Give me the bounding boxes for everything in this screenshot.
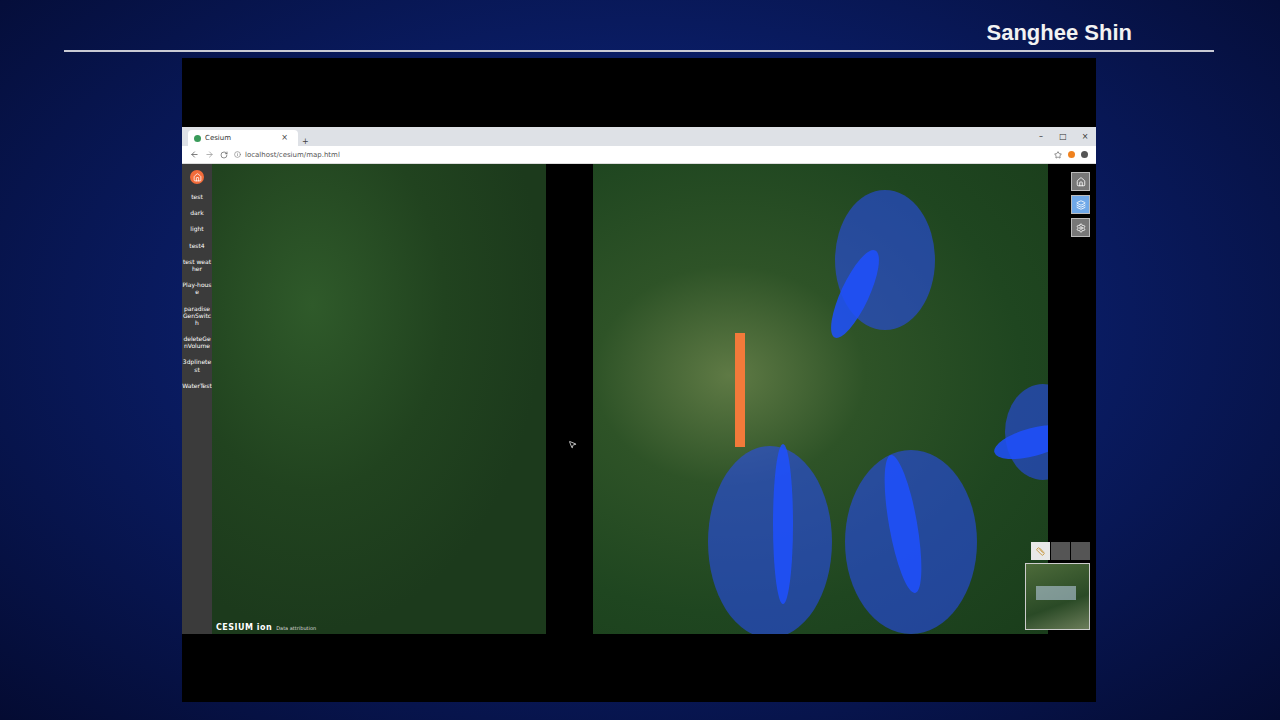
cursor-icon — [568, 440, 577, 449]
settings-button[interactable] — [1071, 218, 1090, 237]
ruler-button[interactable] — [1031, 542, 1050, 560]
tab-close[interactable]: × — [277, 134, 292, 142]
reload-icon[interactable] — [220, 151, 228, 159]
satellite-map-left[interactable]: CESIUM ion Data attribution — [212, 164, 546, 634]
slide: Sanghee ShinCesium×+–□×localhost/cesium/… — [0, 0, 1280, 720]
sidebar-item[interactable]: dark — [182, 209, 212, 216]
map-credit: CESIUM ion Data attribution — [216, 623, 316, 632]
forward-icon[interactable] — [205, 150, 214, 159]
window-control[interactable]: – — [1030, 132, 1052, 141]
window-control[interactable]: □ — [1052, 132, 1074, 141]
flood-overlay — [593, 164, 1048, 634]
home-icon — [193, 173, 202, 182]
home-button[interactable] — [190, 170, 204, 184]
sidebar-item[interactable]: WaterTest — [182, 382, 212, 389]
new-tab-button[interactable]: + — [298, 138, 313, 146]
layers-button[interactable] — [1071, 195, 1090, 214]
browser-window: Cesium×+–□×localhost/cesium/map.htmltest… — [182, 127, 1096, 634]
address-bar: localhost/cesium/map.html — [182, 146, 1096, 164]
sidebar-item[interactable]: test weather — [182, 258, 212, 272]
home-icon — [1076, 177, 1086, 187]
extension-icon[interactable] — [1068, 151, 1075, 158]
video-stage: Cesium×+–□×localhost/cesium/map.htmltest… — [182, 58, 1096, 702]
window-control[interactable]: × — [1074, 132, 1096, 141]
mouse-cursor — [568, 434, 577, 453]
info-icon — [234, 151, 241, 158]
sidebar-item[interactable]: test — [182, 193, 212, 200]
ruler-icon — [1036, 547, 1045, 556]
dam-wall[interactable] — [735, 333, 745, 447]
map-gap — [546, 164, 593, 634]
minimap[interactable] — [1025, 563, 1090, 630]
layers-icon — [1076, 200, 1086, 210]
tab-title: Cesium — [205, 134, 273, 142]
home-view-button[interactable] — [1071, 172, 1090, 191]
sidebar-item[interactable]: Play-house — [182, 281, 212, 295]
data-attribution[interactable]: Data attribution — [276, 625, 316, 631]
app-content: test dark light test4 test weather Play-house… — [182, 164, 1096, 634]
sidebar-item[interactable]: deleteGenVolume — [182, 335, 212, 349]
header-divider — [64, 50, 1214, 52]
profile-icon[interactable] — [1081, 151, 1088, 158]
satellite-map-right[interactable] — [593, 164, 1048, 634]
sidebar-item[interactable]: 3dplinetest — [182, 358, 212, 372]
slide-header: Sanghee Shin — [0, 0, 1280, 50]
browser-tab[interactable]: Cesium × — [188, 130, 298, 146]
area-button[interactable] — [1051, 542, 1070, 560]
cesium-logo: CESIUM ion — [216, 623, 272, 632]
sidebar-item[interactable]: light — [182, 225, 212, 232]
sidebar-item[interactable]: paradiseGenSwitch — [182, 305, 212, 327]
height-button[interactable] — [1071, 542, 1090, 560]
tab-bar: Cesium×+–□× — [182, 127, 1096, 146]
sidebar-item[interactable]: test4 — [182, 242, 212, 249]
back-icon[interactable] — [190, 150, 199, 159]
window-controls: –□× — [1030, 127, 1096, 146]
star-icon[interactable] — [1054, 151, 1062, 159]
minimap-viewport — [1036, 586, 1076, 600]
presenter-name: Sanghee Shin — [987, 19, 1132, 48]
measure-toolbar — [1031, 542, 1090, 560]
url-field[interactable]: localhost/cesium/map.html — [234, 151, 1048, 159]
settings-icon — [1076, 223, 1086, 233]
sidebar: test dark light test4 test weather Play-house… — [182, 164, 212, 634]
favicon-icon — [194, 135, 201, 142]
